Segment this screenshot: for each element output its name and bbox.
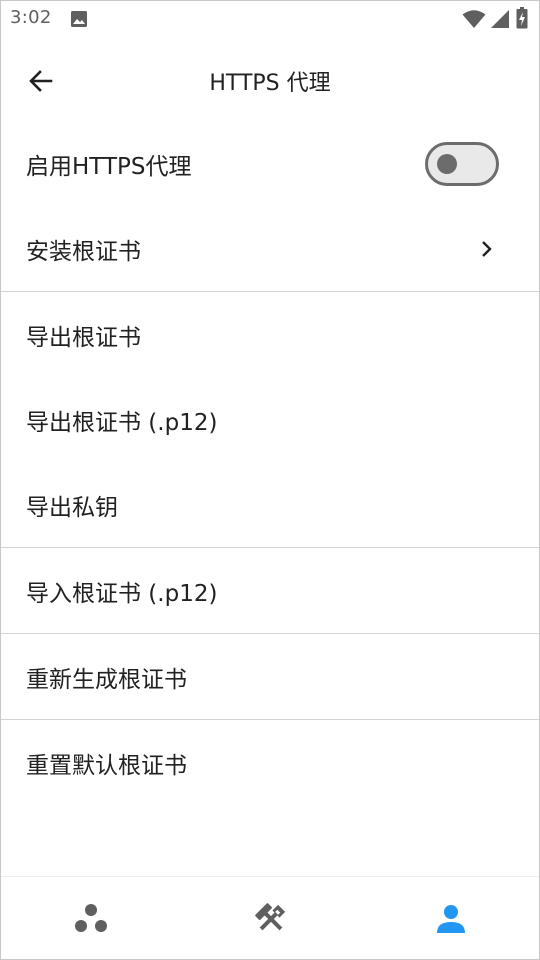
bottom-nav: [1, 876, 539, 959]
import-root-cert-p12-row[interactable]: 导入根证书 (.p12): [1, 548, 539, 633]
dots-cluster-icon: [75, 903, 107, 932]
tools-icon: [255, 902, 286, 930]
install-root-cert-label: 安装根证书: [26, 238, 141, 265]
reset-default-root-cert-label: 重置默认根证书: [26, 752, 187, 779]
nav-item-profile[interactable]: [391, 877, 511, 959]
enable-https-proxy-toggle[interactable]: [425, 141, 499, 186]
signal-icon: [491, 10, 509, 28]
battery-icon: [516, 7, 528, 29]
chevron-right-icon: [482, 240, 492, 257]
export-private-key-row[interactable]: 导出私钥: [1, 462, 539, 547]
status-bar: 3:02: [1, 1, 539, 37]
export-root-cert-p12-row[interactable]: 导出根证书 (.p12): [1, 377, 539, 462]
photo-icon: [71, 11, 87, 27]
nav-item-tools[interactable]: [211, 877, 331, 959]
export-private-key-label: 导出私钥: [26, 494, 118, 521]
screen: 3:02 HTTPS 代理 启用HTTPS代理 安装根证书 导出根证书 导出根证…: [0, 0, 540, 960]
page-title: HTTPS 代理: [209, 71, 331, 96]
export-root-cert-p12-label: 导出根证书 (.p12): [26, 409, 218, 436]
person-icon: [437, 904, 465, 933]
regenerate-root-cert-label: 重新生成根证书: [26, 666, 187, 693]
enable-https-proxy-label: 启用HTTPS代理: [26, 153, 192, 180]
toggle-knob: [437, 153, 457, 174]
import-root-cert-p12-label: 导入根证书 (.p12): [26, 580, 218, 607]
wifi-icon: [462, 10, 486, 28]
regenerate-root-cert-row[interactable]: 重新生成根证书: [1, 634, 539, 719]
export-root-cert-label: 导出根证书: [26, 324, 141, 351]
status-time: 3:02: [10, 7, 52, 28]
settings-list: 启用HTTPS代理 安装根证书 导出根证书 导出根证书 (.p12) 导出私钥 …: [1, 121, 539, 805]
install-root-cert-row[interactable]: 安装根证书: [1, 206, 539, 291]
reset-default-root-cert-row[interactable]: 重置默认根证书: [1, 720, 539, 805]
export-root-cert-row[interactable]: 导出根证书: [1, 292, 539, 377]
enable-https-proxy-row[interactable]: 启用HTTPS代理: [1, 121, 539, 206]
toolbar: HTTPS 代理: [1, 37, 539, 123]
nav-item-capture[interactable]: [31, 877, 151, 959]
